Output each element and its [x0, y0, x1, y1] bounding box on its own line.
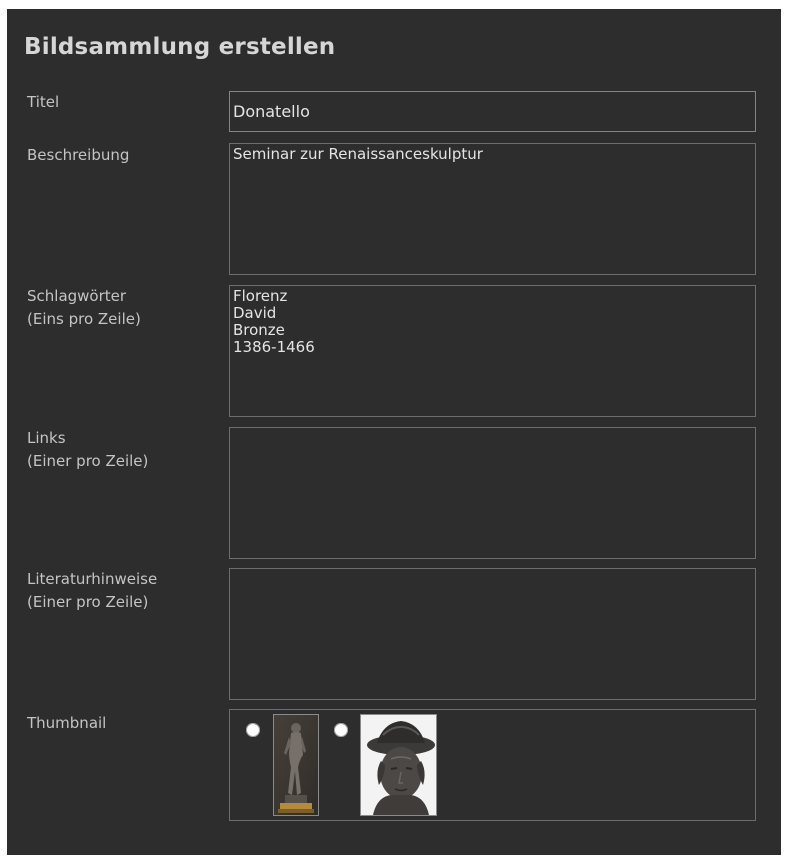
keywords-hint: (Eins pro Zeile)	[27, 310, 141, 328]
literature-label: Literaturhinweise (Einer pro Zeile)	[27, 568, 157, 614]
keywords-label-text: Schlagwörter	[27, 287, 127, 305]
links-hint: (Einer pro Zeile)	[27, 452, 149, 470]
description-label-text: Beschreibung	[27, 146, 130, 164]
thumbnail-chooser	[229, 709, 756, 821]
david-statue-image	[274, 715, 318, 815]
links-label: Links (Einer pro Zeile)	[27, 427, 148, 473]
links-label-text: Links	[27, 429, 66, 447]
thumbnail-radio-1[interactable]	[246, 723, 260, 737]
title-label: Titel	[27, 91, 59, 114]
thumbnail-image-1[interactable]	[273, 714, 319, 816]
literature-hint: (Einer pro Zeile)	[27, 593, 149, 611]
literature-textarea[interactable]	[229, 568, 756, 700]
description-textarea[interactable]: Seminar zur Renaissanceskulptur	[229, 143, 756, 275]
keywords-label: Schlagwörter (Eins pro Zeile)	[27, 285, 141, 331]
description-label: Beschreibung	[27, 144, 129, 167]
literature-label-text: Literaturhinweise	[27, 570, 158, 588]
keywords-textarea[interactable]: Florenz David Bronze 1386-1466	[229, 285, 756, 417]
thumbnail-label-text: Thumbnail	[27, 714, 107, 732]
david-head-image	[361, 715, 436, 815]
links-textarea[interactable]	[229, 427, 756, 559]
thumbnail-radio-2[interactable]	[334, 723, 348, 737]
thumbnail-image-2[interactable]	[360, 714, 437, 816]
title-label-text: Titel	[27, 93, 60, 111]
thumbnail-label: Thumbnail	[27, 712, 106, 735]
page-title: Bildsammlung erstellen	[24, 34, 336, 60]
title-input[interactable]	[229, 91, 756, 132]
form-panel: Bildsammlung erstellen Titel Beschreibun…	[7, 9, 781, 855]
